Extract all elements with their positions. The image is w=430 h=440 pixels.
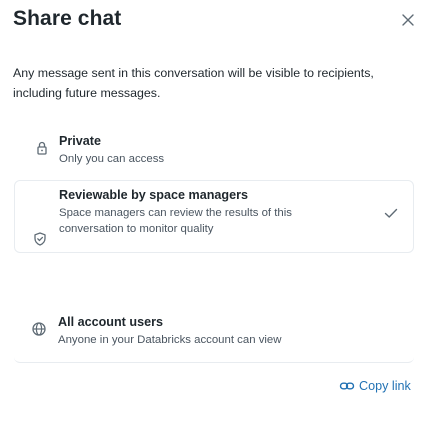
link-icon (339, 382, 355, 390)
option-private[interactable]: Private Only you can access (14, 113, 414, 168)
lock-icon (37, 141, 47, 155)
share-chat-dialog: Share chat Any message sent in this conv… (0, 0, 430, 440)
close-icon (402, 14, 414, 26)
check-icon (384, 208, 398, 218)
option-private-subtitle: Only you can access (59, 153, 165, 165)
dialog-title: Share chat (13, 7, 122, 30)
globe-icon (32, 322, 46, 336)
shield-icon (34, 232, 46, 246)
option-all-account-users[interactable]: All account users Anyone in your Databri… (14, 301, 414, 363)
option-private-title: Private (59, 134, 102, 148)
option-all-account-users-title: All account users (58, 315, 163, 329)
close-button[interactable] (398, 10, 418, 30)
dialog-description: Any message sent in this conversation wi… (13, 66, 374, 100)
option-all-account-users-subtitle: Anyone in your Databricks account can vi… (58, 334, 282, 346)
option-reviewable-title: Reviewable by space managers (59, 188, 249, 202)
copy-link-button[interactable]: Copy link (339, 378, 411, 394)
option-reviewable-subtitle: Space managers can review the results of… (59, 207, 292, 235)
copy-link-label: Copy link (359, 379, 411, 393)
option-reviewable[interactable]: Reviewable by space managers Space manag… (14, 180, 414, 253)
